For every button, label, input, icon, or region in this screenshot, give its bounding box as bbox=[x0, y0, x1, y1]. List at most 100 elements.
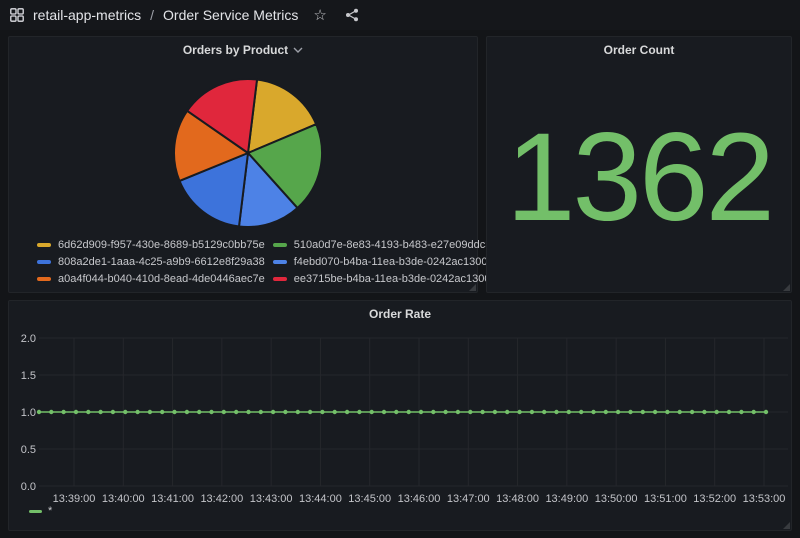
series-point[interactable] bbox=[727, 410, 731, 414]
dashboard-grid-icon[interactable] bbox=[10, 8, 24, 22]
series-point[interactable] bbox=[74, 410, 78, 414]
series-point[interactable] bbox=[739, 410, 743, 414]
series-point[interactable] bbox=[123, 410, 127, 414]
series-point[interactable] bbox=[468, 410, 472, 414]
series-point[interactable] bbox=[86, 410, 90, 414]
series-point[interactable] bbox=[172, 410, 176, 414]
series-point[interactable] bbox=[37, 410, 41, 414]
series-point[interactable] bbox=[197, 410, 201, 414]
series-point[interactable] bbox=[641, 410, 645, 414]
legend-label: f4ebd070-b4ba-11ea-b3de-0242ac130004 bbox=[294, 256, 500, 268]
breadcrumb-folder[interactable]: retail-app-metrics bbox=[33, 7, 141, 23]
x-axis-tick-label: 13:40:00 bbox=[102, 493, 145, 505]
x-axis-tick-label: 13:53:00 bbox=[743, 493, 786, 505]
series-point[interactable] bbox=[653, 410, 657, 414]
panel-resize-handle[interactable] bbox=[469, 284, 476, 291]
series-point[interactable] bbox=[665, 410, 669, 414]
series-point[interactable] bbox=[554, 410, 558, 414]
series-point[interactable] bbox=[702, 410, 706, 414]
series-point[interactable] bbox=[271, 410, 275, 414]
x-axis-tick-label: 13:50:00 bbox=[595, 493, 638, 505]
series-point[interactable] bbox=[333, 410, 337, 414]
series-point[interactable] bbox=[678, 410, 682, 414]
panel-title-orders-by-product[interactable]: Orders by Product bbox=[9, 37, 477, 63]
series-point[interactable] bbox=[505, 410, 509, 414]
series-point[interactable] bbox=[690, 410, 694, 414]
series-point[interactable] bbox=[296, 410, 300, 414]
series-point[interactable] bbox=[345, 410, 349, 414]
legend-item[interactable]: a0a4f044-b040-410d-8ead-4de0446aec7e bbox=[37, 273, 265, 285]
series-point[interactable] bbox=[98, 410, 102, 414]
pie-legend: 6d62d909-f957-430e-8689-b5129c0bb75e510a… bbox=[37, 239, 471, 285]
series-point[interactable] bbox=[49, 410, 53, 414]
panel-title-order-count[interactable]: Order Count bbox=[487, 37, 791, 63]
series-point[interactable] bbox=[111, 410, 115, 414]
panel-order-count: Order Count 1362 bbox=[486, 36, 792, 293]
legend-item[interactable]: 510a0d7e-8e83-4193-b483-e27e09ddc34d bbox=[273, 239, 504, 251]
series-point[interactable] bbox=[752, 410, 756, 414]
panel-resize-handle[interactable] bbox=[783, 522, 790, 529]
legend-swatch bbox=[37, 260, 51, 264]
panel-title-order-rate[interactable]: Order Rate bbox=[9, 301, 791, 327]
series-legend-label[interactable]: * bbox=[48, 505, 52, 517]
series-point[interactable] bbox=[283, 410, 287, 414]
star-favorite-icon[interactable]: ☆ bbox=[313, 8, 326, 23]
series-point[interactable] bbox=[320, 410, 324, 414]
x-axis-tick-label: 13:51:00 bbox=[644, 493, 687, 505]
legend-label: 6d62d909-f957-430e-8689-b5129c0bb75e bbox=[58, 239, 265, 251]
series-point[interactable] bbox=[431, 410, 435, 414]
series-point[interactable] bbox=[542, 410, 546, 414]
x-axis-tick-label: 13:47:00 bbox=[447, 493, 490, 505]
pie-chart[interactable] bbox=[9, 63, 479, 243]
series-point[interactable] bbox=[246, 410, 250, 414]
series-point[interactable] bbox=[480, 410, 484, 414]
series-point[interactable] bbox=[616, 410, 620, 414]
x-axis-tick-label: 13:45:00 bbox=[348, 493, 391, 505]
series-point[interactable] bbox=[764, 410, 768, 414]
x-axis-tick-label: 13:46:00 bbox=[398, 493, 441, 505]
panel-order-rate: Order Rate 2.01.51.00.50.013:39:0013:40:… bbox=[8, 300, 792, 531]
series-point[interactable] bbox=[628, 410, 632, 414]
series-point[interactable] bbox=[135, 410, 139, 414]
series-point[interactable] bbox=[308, 410, 312, 414]
series-point[interactable] bbox=[209, 410, 213, 414]
y-axis-tick-label: 0.0 bbox=[21, 481, 36, 493]
series-point[interactable] bbox=[148, 410, 152, 414]
series-point[interactable] bbox=[357, 410, 361, 414]
series-point[interactable] bbox=[604, 410, 608, 414]
series-point[interactable] bbox=[456, 410, 460, 414]
series-point[interactable] bbox=[234, 410, 238, 414]
series-point[interactable] bbox=[382, 410, 386, 414]
series-point[interactable] bbox=[443, 410, 447, 414]
series-point[interactable] bbox=[419, 410, 423, 414]
series-point[interactable] bbox=[259, 410, 263, 414]
timeseries-legend: * bbox=[29, 505, 52, 517]
series-point[interactable] bbox=[530, 410, 534, 414]
series-point[interactable] bbox=[185, 410, 189, 414]
x-axis-tick-label: 13:48:00 bbox=[496, 493, 539, 505]
series-point[interactable] bbox=[517, 410, 521, 414]
y-axis-tick-label: 0.5 bbox=[21, 444, 36, 456]
series-point[interactable] bbox=[579, 410, 583, 414]
order-rate-chart[interactable]: 2.01.51.00.50.013:39:0013:40:0013:41:001… bbox=[9, 327, 791, 512]
share-icon[interactable] bbox=[344, 7, 360, 23]
breadcrumb-dashboard-title[interactable]: Order Service Metrics bbox=[163, 7, 298, 23]
legend-item[interactable]: f4ebd070-b4ba-11ea-b3de-0242ac130004 bbox=[273, 256, 504, 268]
series-point[interactable] bbox=[715, 410, 719, 414]
series-point[interactable] bbox=[493, 410, 497, 414]
legend-item[interactable]: 6d62d909-f957-430e-8689-b5129c0bb75e bbox=[37, 239, 265, 251]
legend-item[interactable]: 808a2de1-1aaa-4c25-a9b9-6612e8f29a38 bbox=[37, 256, 265, 268]
series-point[interactable] bbox=[61, 410, 65, 414]
series-point[interactable] bbox=[222, 410, 226, 414]
top-navigation-bar: retail-app-metrics / Order Service Metri… bbox=[0, 0, 800, 30]
legend-swatch bbox=[37, 277, 51, 281]
series-point[interactable] bbox=[567, 410, 571, 414]
panel-resize-handle[interactable] bbox=[783, 284, 790, 291]
series-point[interactable] bbox=[407, 410, 411, 414]
breadcrumb-separator: / bbox=[150, 7, 154, 23]
y-axis-tick-label: 2.0 bbox=[21, 333, 36, 345]
series-point[interactable] bbox=[591, 410, 595, 414]
series-point[interactable] bbox=[370, 410, 374, 414]
series-point[interactable] bbox=[160, 410, 164, 414]
series-point[interactable] bbox=[394, 410, 398, 414]
